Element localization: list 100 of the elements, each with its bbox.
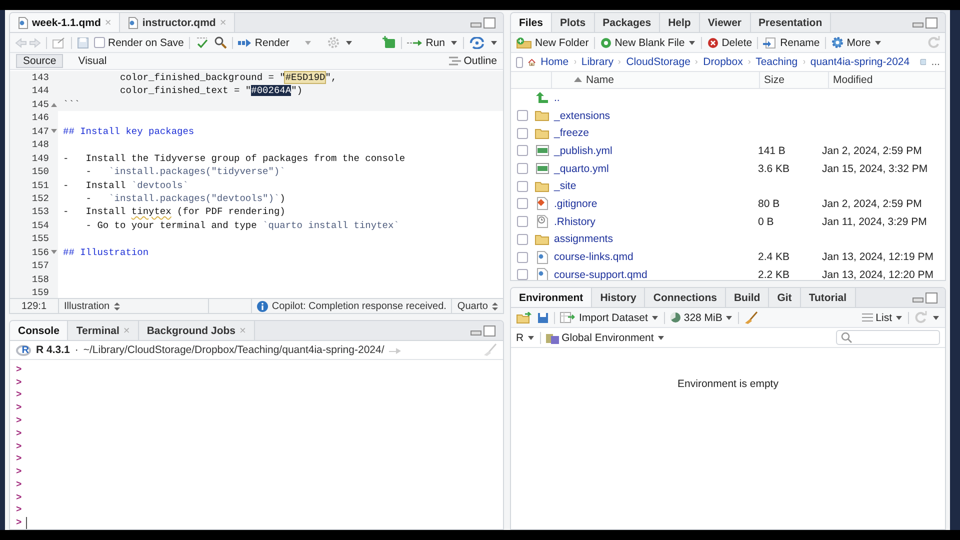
- popout-icon[interactable]: [52, 36, 66, 48]
- breadcrumb-link[interactable]: Library: [581, 56, 614, 68]
- environment-pane-tab[interactable]: Environment: [511, 288, 592, 307]
- minimize-maximize-icon[interactable]: [912, 292, 940, 304]
- files-pane-tab[interactable]: Packages: [594, 13, 660, 32]
- file-name-link[interactable]: _freeze: [551, 127, 758, 140]
- files-pane-tab[interactable]: Files: [511, 13, 552, 32]
- files-toolbar-button[interactable]: New Folder: [516, 36, 589, 48]
- breadcrumb-link[interactable]: quant4ia-spring-2024: [810, 56, 910, 68]
- save-icon[interactable]: [537, 312, 549, 324]
- refresh-icon[interactable]: [927, 36, 940, 49]
- fold-icon[interactable]: [51, 102, 57, 108]
- view-mode-button[interactable]: List: [862, 312, 903, 324]
- files-pane-tab[interactable]: Presentation: [750, 13, 832, 32]
- file-checkbox[interactable]: [516, 269, 528, 280]
- file-checkbox[interactable]: [516, 145, 528, 156]
- search-field[interactable]: [836, 330, 940, 345]
- refresh-icon[interactable]: [914, 311, 927, 324]
- file-name-link[interactable]: .gitignore: [551, 198, 758, 210]
- console-prompt: >: [16, 389, 22, 400]
- file-name-link[interactable]: course-support.qmd: [551, 268, 758, 280]
- more-button[interactable]: ...: [931, 56, 940, 68]
- document-icon: [536, 250, 548, 264]
- publish-icon[interactable]: [469, 36, 485, 48]
- file-checkbox[interactable]: [516, 216, 528, 228]
- broom-icon[interactable]: [744, 310, 758, 324]
- gear-icon[interactable]: [327, 36, 340, 49]
- environment-dropdown[interactable]: Global Environment: [546, 332, 665, 344]
- outline-button[interactable]: Outline: [448, 55, 497, 67]
- environment-pane-tab[interactable]: History: [592, 288, 646, 307]
- files-pane-tab[interactable]: Plots: [552, 13, 595, 32]
- caret-icon[interactable]: [345, 40, 354, 46]
- file-name-link[interactable]: ..: [551, 92, 758, 104]
- environment-pane-tab[interactable]: Build: [726, 288, 770, 307]
- file-name-link[interactable]: course-links.qmd: [551, 251, 758, 264]
- insert-chunk-icon[interactable]: [382, 36, 396, 49]
- caret-icon: [650, 314, 659, 320]
- open-folder-icon[interactable]: [516, 312, 532, 324]
- language-dropdown[interactable]: R: [516, 332, 535, 344]
- minimize-maximize-icon[interactable]: [912, 16, 940, 28]
- spellcheck-icon[interactable]: [194, 36, 209, 49]
- editor-tab[interactable]: instructor.qmd ×: [120, 13, 236, 32]
- run-button[interactable]: Run: [406, 36, 445, 48]
- name-column-header[interactable]: Name: [551, 72, 759, 88]
- caret-icon: [526, 334, 535, 340]
- select-all-checkbox[interactable]: [516, 56, 523, 68]
- section-selector[interactable]: Illustration: [59, 299, 209, 313]
- console-prompt: >: [16, 478, 22, 490]
- caret-icon[interactable]: [490, 40, 498, 46]
- render-button[interactable]: Render: [238, 36, 290, 48]
- files-pane-tab[interactable]: Viewer: [700, 13, 751, 32]
- files-toolbar-button[interactable]: More: [830, 36, 882, 49]
- go-to-directory-icon[interactable]: [389, 346, 402, 354]
- console-tab[interactable]: Terminal ×: [68, 321, 139, 340]
- language-selector[interactable]: Quarto: [452, 299, 503, 313]
- render-on-save-checkbox[interactable]: [94, 37, 105, 48]
- back-forward-icon[interactable]: [15, 36, 41, 48]
- file-checkbox[interactable]: [516, 128, 528, 139]
- file-checkbox[interactable]: [516, 110, 528, 122]
- editor-tab[interactable]: week-1.1.qmd ×: [10, 13, 120, 32]
- file-checkbox[interactable]: [516, 163, 528, 174]
- file-name-link[interactable]: .Rhistory: [551, 216, 758, 228]
- file-checkbox[interactable]: [516, 180, 528, 192]
- editor-mode-tab[interactable]: Source: [16, 54, 64, 68]
- size-column-header[interactable]: Size: [759, 72, 828, 88]
- fold-icon[interactable]: [51, 249, 57, 256]
- save-icon[interactable]: [77, 36, 89, 48]
- minimize-maximize-icon[interactable]: [470, 16, 498, 28]
- file-name-link[interactable]: _quarto.yml: [551, 162, 758, 175]
- project-icon[interactable]: [920, 56, 926, 68]
- caret-icon[interactable]: [932, 314, 940, 320]
- files-toolbar-button[interactable]: Rename: [763, 36, 820, 48]
- environment-pane-tab[interactable]: Connections: [645, 288, 726, 307]
- minimize-maximize-icon[interactable]: [470, 324, 498, 336]
- file-name-link[interactable]: assignments: [551, 233, 758, 246]
- breadcrumb-link[interactable]: Home: [540, 56, 569, 68]
- file-checkbox[interactable]: [516, 198, 528, 210]
- rename-icon: [763, 36, 778, 48]
- caret-icon[interactable]: [450, 40, 458, 46]
- file-name-link[interactable]: _extensions: [551, 110, 758, 122]
- editor-mode-tab[interactable]: Visual: [71, 54, 114, 68]
- modified-column-header[interactable]: Modified: [828, 72, 945, 88]
- console-tab[interactable]: Console: [10, 321, 68, 340]
- environment-pane-tab[interactable]: Git: [769, 288, 801, 307]
- memory-usage-button[interactable]: 328 MiB: [670, 312, 734, 324]
- fold-icon[interactable]: [51, 128, 57, 134]
- file-checkbox[interactable]: [516, 234, 528, 245]
- files-toolbar-button[interactable]: New Blank File: [600, 36, 696, 48]
- breadcrumb-link[interactable]: Dropbox: [703, 56, 743, 68]
- file-name-link[interactable]: _site: [551, 180, 758, 192]
- files-pane-tab[interactable]: Help: [660, 13, 700, 32]
- breadcrumb-link[interactable]: Teaching: [756, 56, 798, 68]
- environment-pane-tab[interactable]: Tutorial: [800, 288, 856, 307]
- files-toolbar-button[interactable]: Delete: [706, 36, 752, 48]
- file-name-link[interactable]: _publish.yml: [551, 144, 758, 157]
- import-dataset-button[interactable]: Import Dataset: [560, 312, 659, 324]
- breadcrumb-link[interactable]: CloudStorage: [626, 56, 690, 68]
- search-icon[interactable]: [214, 36, 227, 49]
- file-checkbox[interactable]: [516, 252, 528, 263]
- console-tab[interactable]: Background Jobs ×: [138, 321, 255, 340]
